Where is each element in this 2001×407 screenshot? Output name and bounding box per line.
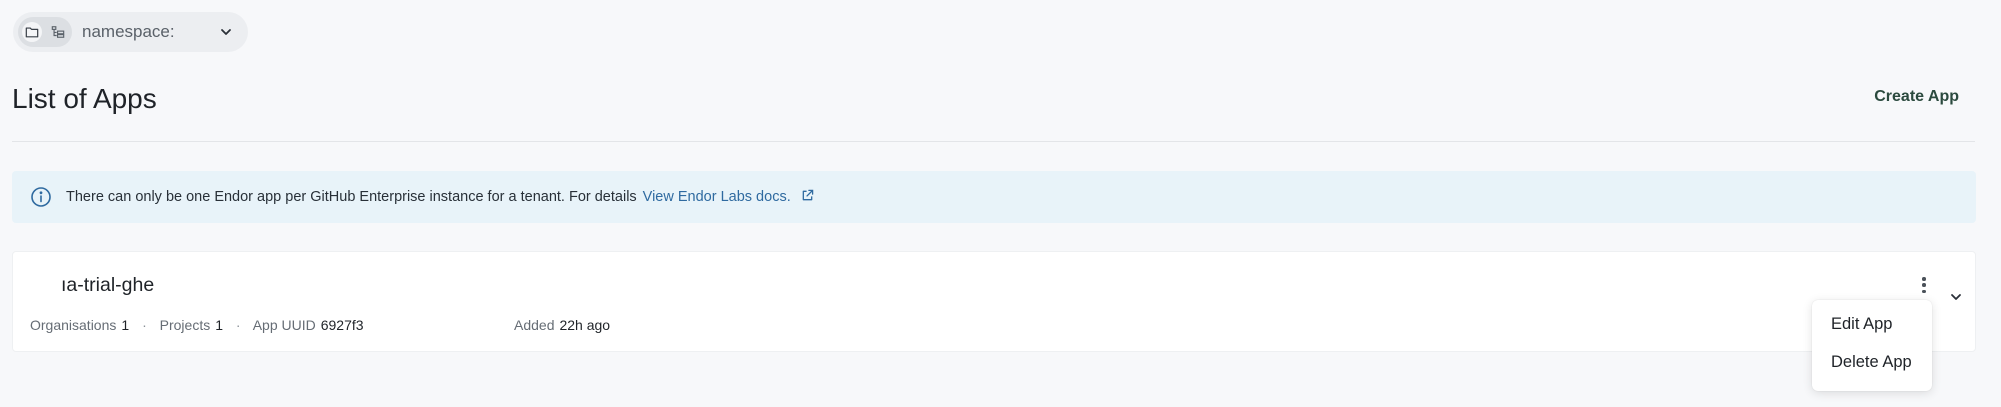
app-card[interactable]: ıa-trial-ghe Organisations 1 · Projects 1 … [12,251,1976,352]
page-title: List of Apps [12,83,157,114]
uuid-label: App UUID [252,317,316,333]
meta-separator: · [235,317,241,333]
tree-list-icon[interactable] [48,22,68,42]
namespace-selector[interactable]: namespace: [13,12,248,52]
meta-separator: · [142,317,147,333]
folder-icon[interactable] [22,22,42,42]
added-value: 22h ago [559,317,611,333]
organisations-count: 1 [121,317,130,333]
added-info: Added 22h ago [514,317,610,333]
endor-docs-link-label: View Endor Labs docs. [642,189,791,205]
info-icon [30,186,52,208]
delete-app-menu-item[interactable]: Delete App [1812,350,1932,388]
edit-app-menu-item[interactable]: Edit App [1812,312,1932,350]
info-banner: There can only be one Endor app per GitH… [12,171,1976,223]
namespace-view-toggle[interactable] [18,17,72,47]
projects-count: 1 [215,317,224,333]
organisations-label: Organisations [30,317,117,333]
banner-text: There can only be one Endor app per GitH… [66,189,637,205]
header-divider [12,141,1975,142]
projects-label: Projects [159,317,211,333]
namespace-label: namespace: [82,22,175,41]
external-link-icon [801,189,814,202]
expand-chevron-icon[interactable] [1948,289,1964,305]
chevron-down-icon[interactable] [218,24,234,40]
added-label: Added [514,317,555,333]
app-name: ıa-trial-ghe [61,274,155,296]
app-meta: Organisations 1 · Projects 1 · App UUID 692… [30,317,365,333]
uuid-value: 6927f3 [320,317,364,333]
endor-docs-link[interactable]: View Endor Labs docs. [643,189,814,205]
create-app-button[interactable]: Create App [1874,88,1959,106]
app-actions-menu: Edit App Delete App [1812,300,1932,391]
more-options-icon[interactable] [1917,274,1931,296]
